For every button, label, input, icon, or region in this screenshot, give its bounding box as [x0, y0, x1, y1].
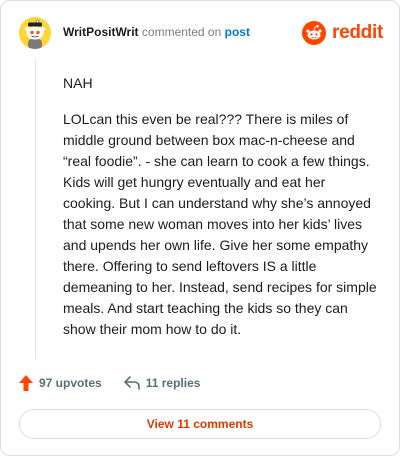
reddit-wordmark: reddit	[332, 22, 383, 43]
snoo-avatar-icon	[19, 17, 51, 49]
comment-author[interactable]: WritPositWrit	[63, 25, 139, 39]
comment-actions: 97 upvotes 11 replies	[19, 373, 200, 393]
replies-count: 11 replies	[145, 376, 201, 390]
user-avatar[interactable]	[19, 17, 51, 49]
comment-thread-line	[35, 59, 36, 359]
upvote-arrow-icon	[19, 375, 33, 391]
upvote-button[interactable]: 97 upvotes	[19, 375, 102, 391]
view-comments-button[interactable]: View 11 comments	[19, 409, 381, 439]
replies-button[interactable]: 11 replies	[123, 376, 201, 390]
upvotes-count: 97 upvotes	[39, 376, 102, 390]
reddit-logo-icon	[302, 21, 327, 45]
comment-verdict: NAH	[63, 75, 93, 91]
comment-card: WritPositWrit commented on post reddit N…	[0, 0, 400, 456]
comment-action-text: commented on	[141, 25, 222, 39]
comment-text: LOLcan this even be real??? There is mil…	[63, 111, 377, 337]
reply-arrow-icon	[123, 376, 140, 390]
comment-header: WritPositWrit commented on post	[63, 25, 250, 39]
reddit-brand[interactable]: reddit	[302, 21, 383, 45]
comment-body: NAH LOLcan this even be real??? There is…	[63, 73, 381, 355]
post-link[interactable]: post	[225, 25, 250, 39]
